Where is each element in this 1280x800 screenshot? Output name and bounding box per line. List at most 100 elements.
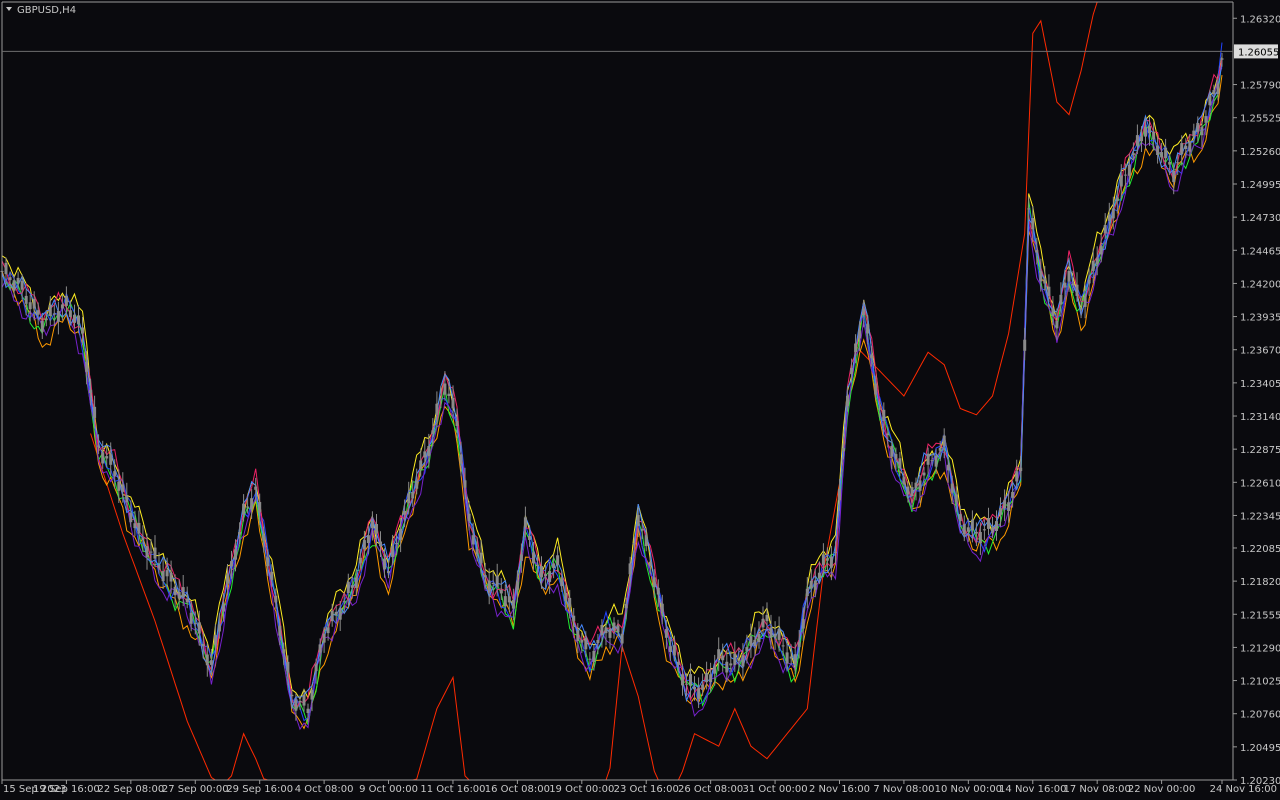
y-tick-label: 1.25260 xyxy=(1240,147,1280,158)
candle-body xyxy=(1131,153,1135,156)
candle-body xyxy=(254,486,258,490)
candle-body xyxy=(697,688,701,699)
candle-body xyxy=(564,593,568,601)
candle-body xyxy=(995,521,998,531)
candle-body xyxy=(1003,500,1007,509)
candle-body xyxy=(1123,174,1127,176)
candle-body xyxy=(370,521,374,529)
candle-body xyxy=(701,684,705,690)
candle-body xyxy=(101,452,105,464)
candle-body xyxy=(310,689,314,700)
candle-body xyxy=(757,633,761,643)
candle-body xyxy=(483,575,487,578)
candle-body xyxy=(536,564,539,566)
candle-body xyxy=(68,310,72,317)
candle-body xyxy=(294,699,298,711)
candle-body xyxy=(1011,491,1015,498)
candle-body xyxy=(685,683,688,685)
candle-body xyxy=(729,663,733,666)
candle-body xyxy=(560,578,564,586)
candle-body xyxy=(548,571,552,582)
x-tick-label: 22 Sep 08:00 xyxy=(97,784,164,795)
candle-body xyxy=(1204,116,1208,123)
candle-body xyxy=(656,587,660,595)
candle-body xyxy=(829,556,833,568)
candle-body xyxy=(769,627,773,638)
y-tick-label: 1.23140 xyxy=(1240,412,1280,423)
candle-body xyxy=(982,529,986,531)
candle-body xyxy=(44,318,48,321)
candle-body xyxy=(153,547,157,559)
candle-body xyxy=(185,598,189,603)
candle-body xyxy=(342,600,346,602)
candle-body xyxy=(298,700,302,703)
candle-body xyxy=(672,645,676,656)
candle-body xyxy=(318,644,322,653)
x-tick-label: 16 Oct 08:00 xyxy=(485,784,550,795)
x-tick-label: 4 Oct 08:00 xyxy=(295,784,354,795)
candle-body xyxy=(725,661,729,673)
candle-body xyxy=(608,629,612,638)
candle-body xyxy=(568,598,572,608)
candle-body xyxy=(1156,145,1160,155)
candle-body xyxy=(177,592,181,599)
candle-body xyxy=(689,674,692,686)
candle-body xyxy=(1023,339,1027,351)
candle-body xyxy=(330,610,334,622)
candle-body xyxy=(926,453,930,465)
candle-body xyxy=(411,491,415,499)
candle-body xyxy=(459,454,463,464)
candle-body xyxy=(415,480,419,489)
candle-body xyxy=(946,464,950,471)
price-chart[interactable]: 1.26320 1.25790 1.25525 1.25260 1.24995 1.247… xyxy=(0,0,1280,800)
candle-body xyxy=(713,666,717,674)
candle-body xyxy=(1208,95,1212,106)
candle-body xyxy=(801,619,805,629)
candle-body xyxy=(391,545,395,558)
candle-body xyxy=(918,480,922,491)
candle-body xyxy=(1035,250,1039,253)
symbol-header[interactable]: GBPUSD,H4 xyxy=(6,5,76,16)
y-tick-label: 1.25790 xyxy=(1240,81,1280,92)
candle-body xyxy=(882,409,886,422)
candle-body xyxy=(85,361,89,372)
candle-body xyxy=(572,615,576,622)
candle-body xyxy=(322,633,326,643)
candle-body xyxy=(282,649,286,654)
x-tick-label: 7 Nov 08:00 xyxy=(873,784,934,795)
x-tick-label: 10 Nov 00:00 xyxy=(935,784,1002,795)
candle-body xyxy=(431,430,435,434)
candle-body xyxy=(1039,270,1043,282)
chart-root[interactable]: 1.26320 1.25790 1.25525 1.25260 1.24995 1.247… xyxy=(0,0,1280,800)
candle-body xyxy=(117,481,121,491)
candle-body xyxy=(1019,467,1023,471)
x-tick-label: 11 Oct 16:00 xyxy=(420,784,485,795)
candle-body xyxy=(745,647,749,651)
candle-body xyxy=(403,510,407,515)
candle-body xyxy=(266,557,270,567)
candle-body xyxy=(463,480,467,488)
candle-body xyxy=(793,654,797,665)
candle-body xyxy=(942,435,946,446)
x-tick-label: 14 Nov 16:00 xyxy=(999,784,1066,795)
candle-body xyxy=(209,660,213,665)
candle-body xyxy=(938,447,942,451)
candle-body xyxy=(419,460,423,469)
x-tick-label: 17 Nov 08:00 xyxy=(1063,784,1130,795)
x-tick-label: 9 Oct 00:00 xyxy=(359,784,418,795)
candle-body xyxy=(1059,294,1063,305)
candle-body xyxy=(334,611,338,615)
candle-body xyxy=(157,564,161,569)
candle-body xyxy=(439,398,443,400)
y-tick-label: 1.22085 xyxy=(1240,544,1280,555)
candle-body xyxy=(503,596,507,607)
candle-body xyxy=(326,627,330,634)
candle-body xyxy=(181,587,185,598)
candle-body xyxy=(1119,175,1123,187)
candle-body xyxy=(588,658,592,660)
candle-body xyxy=(1184,145,1188,149)
candle-body xyxy=(660,603,664,612)
candle-body xyxy=(999,508,1002,515)
candle-body xyxy=(576,630,580,641)
candle-body xyxy=(467,513,471,522)
